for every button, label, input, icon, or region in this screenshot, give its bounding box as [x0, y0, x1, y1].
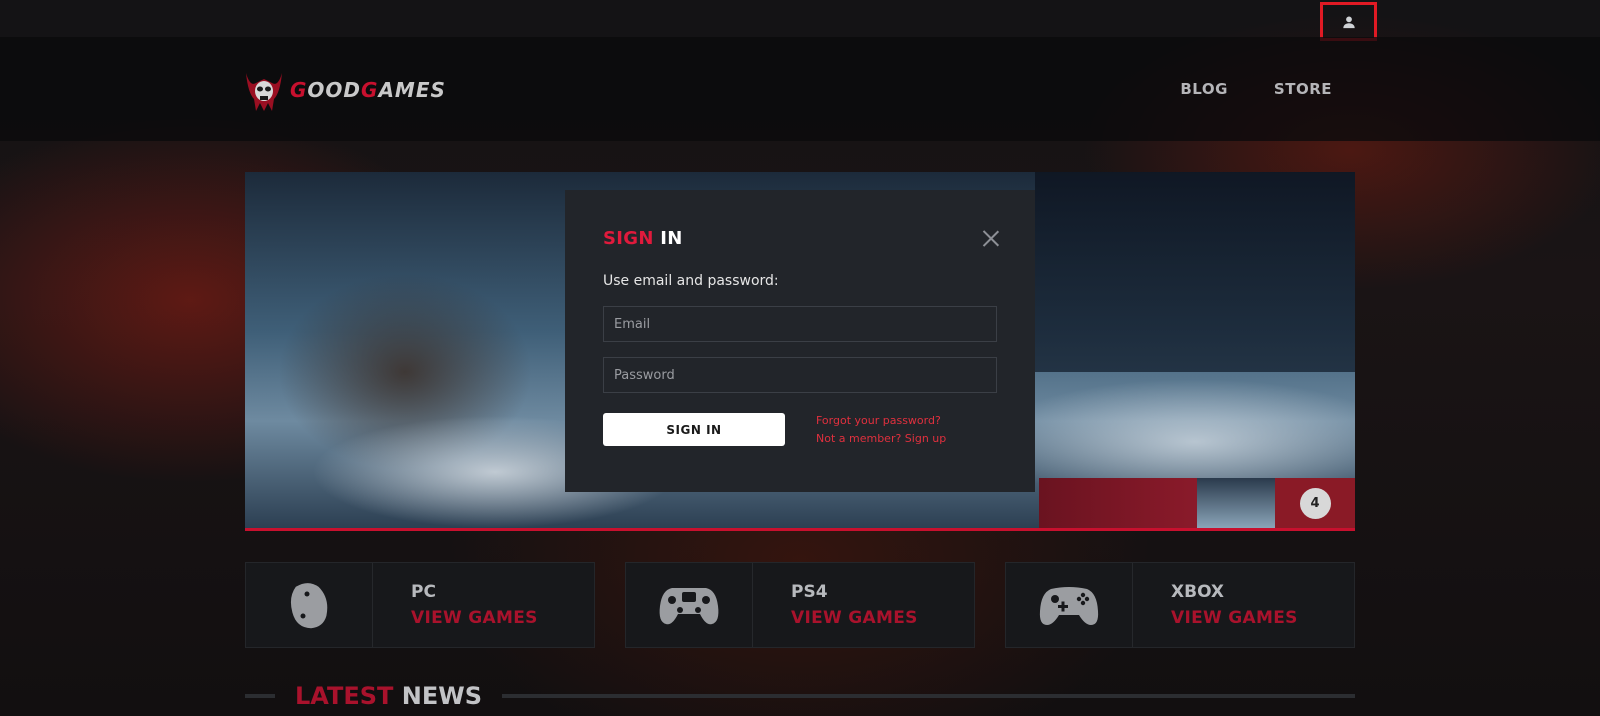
demon-skull-logo-icon	[246, 69, 282, 111]
card-icon-wrap	[626, 563, 753, 647]
view-games-link[interactable]: VIEW GAMES	[411, 608, 538, 628]
card-title: XBOX	[1171, 582, 1225, 602]
slider-thumb[interactable]	[1039, 478, 1197, 528]
sign-up-link[interactable]: Not a member? Sign up	[816, 432, 946, 445]
modal-links: Forgot your password? Not a member? Sign…	[816, 414, 946, 445]
divider	[245, 694, 275, 698]
platform-card-xbox[interactable]: XBOX VIEW GAMES	[1005, 562, 1355, 648]
card-title: PC	[411, 582, 436, 602]
user-account-button[interactable]	[1320, 2, 1377, 41]
slider-thumbnails: 4	[1039, 478, 1355, 528]
user-icon	[1342, 15, 1355, 28]
divider	[502, 694, 1355, 698]
section-title: LATEST NEWS	[295, 682, 483, 710]
password-field[interactable]	[603, 357, 997, 393]
latest-news-heading: LATEST NEWS	[245, 676, 1355, 716]
platform-card-pc[interactable]: PC VIEW GAMES	[245, 562, 595, 648]
card-text: XBOX VIEW GAMES	[1133, 582, 1298, 628]
sign-in-modal: SIGN IN Use email and password: SIGN IN …	[565, 190, 1035, 492]
card-title: PS4	[791, 582, 828, 602]
modal-title: SIGN IN	[603, 228, 683, 249]
slider-thumb-count: 4	[1299, 487, 1331, 519]
card-text: PC VIEW GAMES	[373, 582, 538, 628]
mouse-icon	[290, 583, 328, 629]
view-games-link[interactable]: VIEW GAMES	[1171, 608, 1298, 628]
nav-store-link[interactable]: STORE	[1274, 80, 1332, 98]
close-icon[interactable]	[982, 230, 999, 247]
site-logo-text: GOODGAMES	[290, 78, 446, 102]
slider-thumb[interactable]	[1197, 478, 1275, 528]
card-text: PS4 VIEW GAMES	[753, 582, 918, 628]
card-icon-wrap	[1006, 563, 1133, 647]
modal-subtitle: Use email and password:	[603, 273, 779, 289]
modal-actions: SIGN IN Forgot your password? Not a memb…	[603, 413, 997, 446]
email-field[interactable]	[603, 306, 997, 342]
top-bar	[0, 0, 1600, 41]
sign-in-button[interactable]: SIGN IN	[603, 413, 785, 446]
card-icon-wrap	[246, 563, 373, 647]
slider-thumb-more[interactable]: 4	[1275, 478, 1355, 528]
hero-sky	[1035, 172, 1355, 372]
forgot-password-link[interactable]: Forgot your password?	[816, 414, 946, 427]
main-nav: BLOG STORE	[1180, 80, 1332, 98]
xbox-controller-icon	[1039, 587, 1099, 625]
site-logo[interactable]: GOODGAMES	[244, 67, 446, 113]
platform-cards: PC VIEW GAMES PS4 VIEW GAMES XBOX VIEW G…	[245, 562, 1355, 648]
nav-blog-link[interactable]: BLOG	[1180, 80, 1228, 98]
site-header: GOODGAMES BLOG STORE	[0, 37, 1600, 141]
platform-card-ps4[interactable]: PS4 VIEW GAMES	[625, 562, 975, 648]
gamepad-icon	[659, 588, 719, 625]
view-games-link[interactable]: VIEW GAMES	[791, 608, 918, 628]
